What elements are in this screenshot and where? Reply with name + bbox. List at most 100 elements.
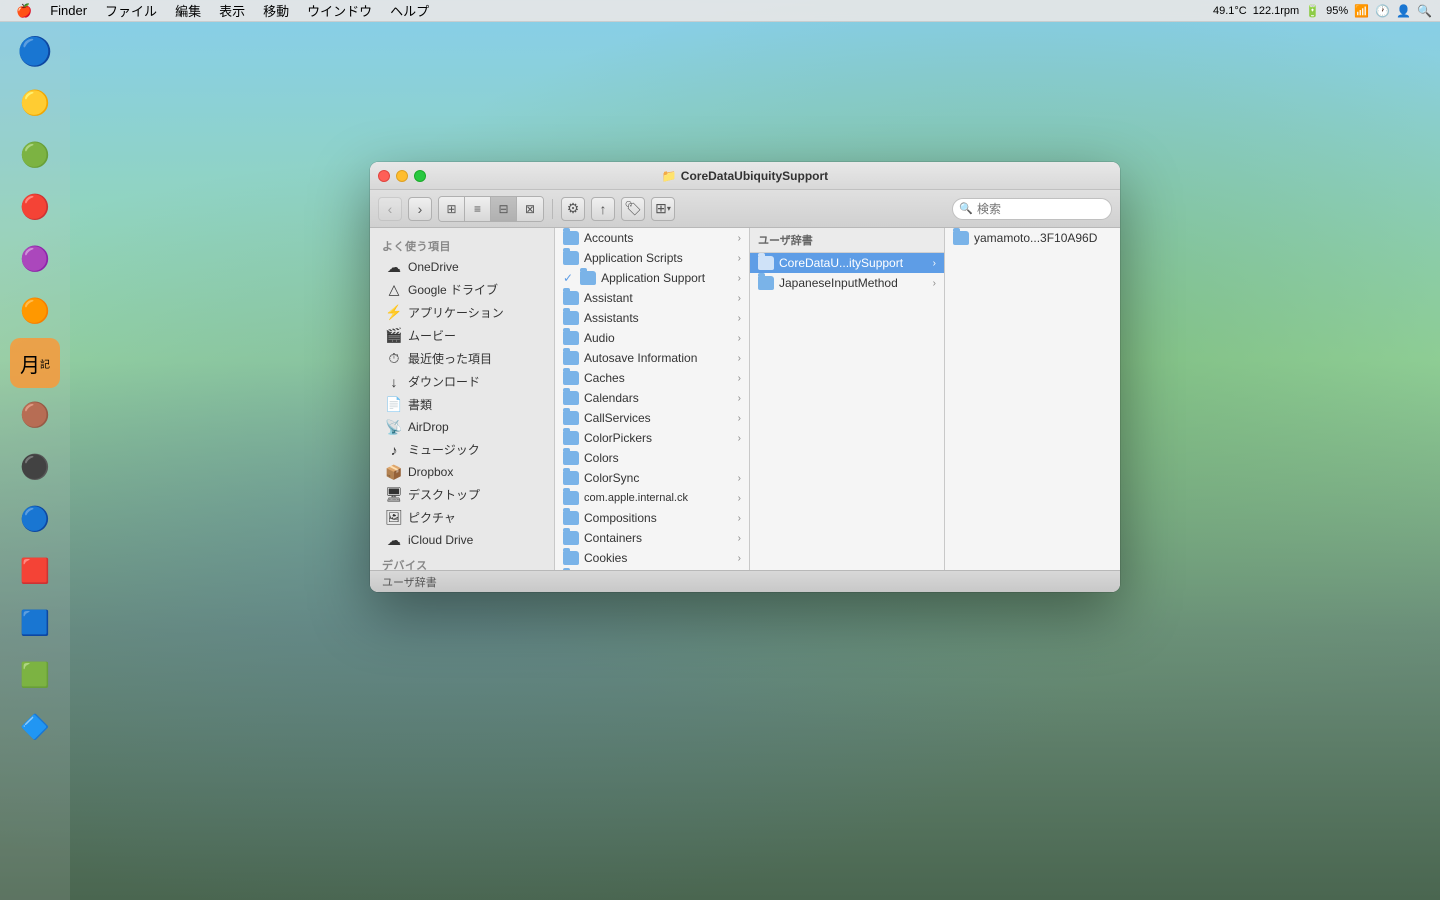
col1-calendars[interactable]: Calendars › — [555, 388, 749, 408]
col1-callservices[interactable]: CallServices › — [555, 408, 749, 428]
close-button[interactable] — [378, 170, 390, 182]
col2-coredataUbiquity[interactable]: CoreDataU...itySupport › — [750, 253, 944, 273]
item-label: JapaneseInputMethod — [779, 276, 898, 290]
list-view-btn[interactable]: ≡ — [465, 197, 491, 221]
dock-app8[interactable]: ⚫ — [10, 442, 60, 492]
folder-icon — [563, 431, 579, 445]
dropbox-icon: 📦 — [386, 464, 402, 480]
tag-button[interactable]: 🏷 — [621, 197, 645, 221]
col1-audio[interactable]: Audio › — [555, 328, 749, 348]
col1-comapple[interactable]: com.apple.internal.ck › — [555, 488, 749, 508]
sidebar-item-desktop[interactable]: 🖥 デスクトップ — [374, 483, 550, 506]
dock-app1[interactable]: 🟡 — [10, 78, 60, 128]
chevron-icon: › — [738, 373, 741, 384]
finder-window: 📁 CoreDataUbiquitySupport ‹ › ⊞ ≡ ⊟ — [370, 162, 1120, 592]
col1-colorsync[interactable]: ColorSync › — [555, 468, 749, 488]
forward-button[interactable]: › — [408, 197, 432, 221]
col1-assistant[interactable]: Assistant › — [555, 288, 749, 308]
col1-colors[interactable]: Colors — [555, 448, 749, 468]
recent-icon: ⏱ — [386, 351, 402, 367]
sidebar-item-downloads[interactable]: ↓ ダウンロード — [374, 370, 550, 393]
col3-yamamoto[interactable]: yamamoto...3F10A96D › — [945, 228, 1120, 248]
edit-menu[interactable]: 編集 — [167, 0, 209, 21]
sidebar-item-applications[interactable]: ⚡ アプリケーション — [374, 301, 550, 324]
sidebar-label: ピクチャ — [408, 509, 456, 526]
col1-assistants[interactable]: Assistants › — [555, 308, 749, 328]
col1-accounts[interactable]: Accounts › — [555, 228, 749, 248]
window-menu[interactable]: ウインドウ — [299, 0, 380, 21]
dock-app3[interactable]: 🔴 — [10, 182, 60, 232]
item-label: CallServices — [584, 411, 651, 425]
sidebar: よく使う項目 ☁ OneDrive △ Google ドライブ ⚡ アプリケーシ… — [370, 228, 555, 570]
finder-menu[interactable]: Finder — [42, 2, 95, 19]
apple-menu[interactable]: 🍎 — [8, 2, 40, 20]
go-menu[interactable]: 移動 — [255, 0, 297, 21]
icon-view-btn[interactable]: ⊞ — [439, 197, 465, 221]
sidebar-item-music[interactable]: ♪ ミュージック — [374, 438, 550, 461]
dock-finder[interactable]: 🔵 — [10, 26, 60, 76]
dock-app9[interactable]: 🔵 — [10, 494, 60, 544]
col1-colorpickers[interactable]: ColorPickers › — [555, 428, 749, 448]
dock-app6[interactable]: 月記 — [10, 338, 60, 388]
view-menu[interactable]: 表示 — [211, 0, 253, 21]
file-menu[interactable]: ファイル — [97, 0, 165, 21]
sidebar-item-onedrive[interactable]: ☁ OneDrive — [374, 256, 550, 278]
chevron-icon: › — [738, 513, 741, 524]
dock-app2[interactable]: 🟢 — [10, 130, 60, 180]
sidebar-item-dropbox[interactable]: 📦 Dropbox — [374, 461, 550, 483]
folder-icon — [563, 491, 579, 505]
sidebar-label: Google ドライブ — [408, 281, 498, 298]
sidebar-label: アプリケーション — [408, 304, 504, 321]
minimize-button[interactable] — [396, 170, 408, 182]
column-view-btn[interactable]: ⊟ — [491, 197, 517, 221]
item-label: Caches — [584, 371, 625, 385]
col1-appscripts[interactable]: Application Scripts › — [555, 248, 749, 268]
fullscreen-button[interactable] — [414, 170, 426, 182]
dock-app10[interactable]: 🟥 — [10, 546, 60, 596]
spotlight-icon[interactable]: 🔍 — [1417, 4, 1432, 18]
col1-coredata[interactable]: CoreData › — [555, 568, 749, 570]
music-icon: ♪ — [386, 442, 402, 458]
folder-icon — [563, 291, 579, 305]
sidebar-item-airdrop[interactable]: 📡 AirDrop — [374, 416, 550, 438]
item-label: Colors — [584, 451, 619, 465]
folder-icon — [563, 351, 579, 365]
view-mode-buttons: ⊞ ≡ ⊟ ⊠ — [438, 196, 544, 222]
onedrive-icon: ☁ — [386, 259, 402, 275]
action-button[interactable]: ⚙ — [561, 197, 585, 221]
col1-autosave[interactable]: Autosave Information › — [555, 348, 749, 368]
chevron-icon: › — [738, 433, 741, 444]
arrange-button[interactable]: ⊞ ▾ — [651, 197, 675, 221]
sidebar-item-pictures[interactable]: 🖼 ピクチャ — [374, 506, 550, 529]
gallery-view-btn[interactable]: ⊠ — [517, 197, 543, 221]
col1-compositions[interactable]: Compositions › — [555, 508, 749, 528]
dock-app5[interactable]: 🟠 — [10, 286, 60, 336]
search-input[interactable] — [952, 198, 1112, 220]
col1-caches[interactable]: Caches › — [555, 368, 749, 388]
back-button[interactable]: ‹ — [378, 197, 402, 221]
sidebar-item-recent[interactable]: ⏱ 最近使った項目 — [374, 347, 550, 370]
dock-app13[interactable]: 🔷 — [10, 702, 60, 752]
dock-app7[interactable]: 🟤 — [10, 390, 60, 440]
share-button[interactable]: ↑ — [591, 197, 615, 221]
window-title-text: CoreDataUbiquitySupport — [681, 169, 828, 183]
col1-cookies[interactable]: Cookies › — [555, 548, 749, 568]
dock-app4[interactable]: 🟣 — [10, 234, 60, 284]
sidebar-item-googledrive[interactable]: △ Google ドライブ — [374, 278, 550, 301]
help-menu[interactable]: ヘルプ — [382, 0, 437, 21]
sidebar-item-documents[interactable]: 📄 書類 — [374, 393, 550, 416]
menubar-right: 49.1°C 122.1rpm 🔋 95% 📶 🕐 👤 🔍 — [1213, 4, 1432, 18]
column-1: Accounts › Application Scripts › ✓ Appli… — [555, 228, 750, 570]
folder-icon — [563, 391, 579, 405]
col2-japaneseinput[interactable]: JapaneseInputMethod › — [750, 273, 944, 293]
sidebar-item-icloud[interactable]: ☁ iCloud Drive — [374, 529, 550, 551]
col2-header: ユーザ辞書 — [750, 228, 944, 253]
dock-app11[interactable]: 🟦 — [10, 598, 60, 648]
sidebar-label: ダウンロード — [408, 373, 480, 390]
col1-containers[interactable]: Containers › — [555, 528, 749, 548]
dock-app12[interactable]: 🟩 — [10, 650, 60, 700]
column-view-icon: ⊟ — [498, 202, 508, 216]
chevron-icon: › — [738, 473, 741, 484]
sidebar-item-movies[interactable]: 🎬 ムービー — [374, 324, 550, 347]
col1-appsupport[interactable]: ✓ Application Support › — [555, 268, 749, 288]
